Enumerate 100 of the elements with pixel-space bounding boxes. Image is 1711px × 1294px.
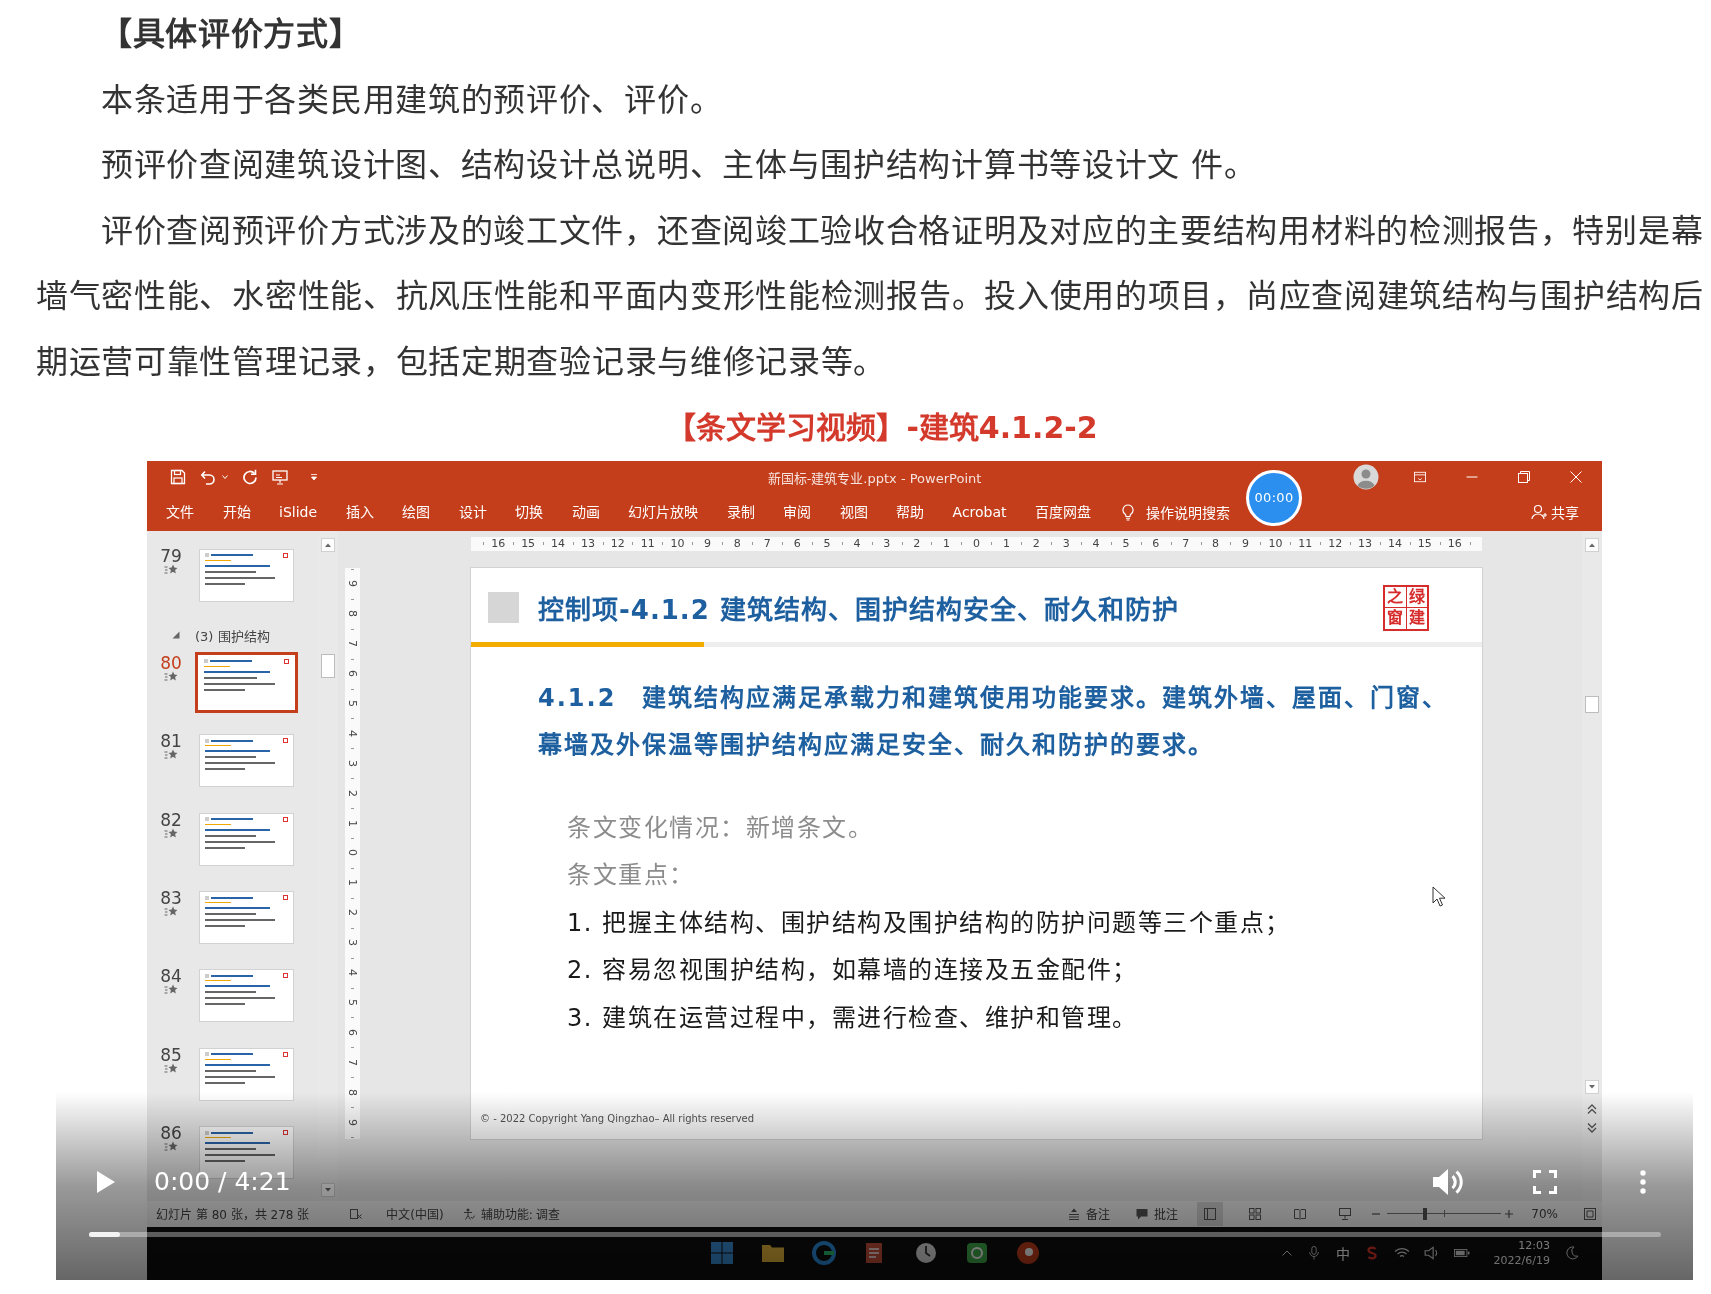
ribbon-tab[interactable]: 录制: [726, 502, 755, 522]
view-button[interactable]: [1197, 1201, 1224, 1226]
zoom-slider-thumb[interactable]: [1422, 1207, 1427, 1220]
slide-text: 1. 把握主体结构、围护结构及围护结构的防护问题等三个重点；: [567, 908, 1291, 937]
slide-text: 3. 建筑在运营过程中，需进行检查、维护和管理。: [567, 1003, 1138, 1032]
slide-text: 条文变化情况：新增条文。: [567, 813, 873, 842]
app-icon[interactable]: [964, 1241, 989, 1265]
zoom-in-icon[interactable]: [1505, 1209, 1514, 1218]
lightbulb-icon: [1121, 503, 1134, 521]
clock-icon[interactable]: [913, 1241, 938, 1265]
start-menu-icon[interactable]: [709, 1241, 734, 1265]
ruler-number: 10: [670, 538, 685, 549]
ribbon-tab[interactable]: 幻灯片放映: [628, 502, 699, 522]
language-indicator[interactable]: 中文(中国): [386, 1205, 444, 1222]
undo-icon[interactable]: [200, 469, 216, 485]
ruler-number: 1: [347, 879, 358, 887]
playback-time: 0:00 / 4:21: [154, 1167, 291, 1196]
ribbon-tab[interactable]: 动画: [571, 502, 600, 522]
caret-down-icon[interactable]: [1585, 1079, 1599, 1094]
slide-thumbnail[interactable]: [195, 651, 298, 713]
ribbon-tab[interactable]: 设计: [458, 502, 487, 522]
ruler-number: 11: [640, 538, 655, 549]
section-label[interactable]: (3) 围护结构: [195, 625, 270, 645]
tell-me-search[interactable]: 操作说明搜索: [1121, 502, 1230, 522]
ribbon-tab[interactable]: 视图: [839, 502, 868, 522]
video-title: 【条文学习视频】-建筑4.1.2-2: [666, 410, 1098, 445]
moon-icon[interactable]: [1564, 1246, 1580, 1260]
ruler-number: 15: [521, 538, 536, 549]
paragraph: 预评价查阅建筑设计图、结构设计总说明、主体与围护结构计算书等设计文 件。: [101, 146, 1257, 184]
progress-bar[interactable]: [89, 1231, 1661, 1237]
seal-text: 绿建: [1408, 586, 1425, 629]
caret-down-icon[interactable]: [321, 1182, 335, 1197]
wifi-icon[interactable]: [1393, 1246, 1410, 1260]
zoom-percentage[interactable]: 70%: [1531, 1206, 1558, 1221]
accessibility-icon[interactable]: [462, 1207, 475, 1220]
presentation-screen-icon[interactable]: [272, 469, 288, 485]
ribbon-tab[interactable]: 文件: [166, 502, 194, 522]
ruler-number: 5: [823, 538, 831, 549]
fit-to-window-icon[interactable]: [1584, 1207, 1596, 1220]
more-options-icon[interactable]: [1640, 1169, 1646, 1194]
transition-star-icon: [164, 1141, 178, 1154]
slide-text: 条文重点：: [567, 861, 695, 889]
reading-view-icon: [1294, 1207, 1307, 1220]
ruler-number: 9: [1242, 538, 1249, 549]
next-slide-icon[interactable]: [1587, 1122, 1597, 1133]
ribbon-tab[interactable]: Acrobat: [952, 502, 1007, 522]
fullscreen-icon[interactable]: [1533, 1169, 1557, 1194]
ribbon-tab[interactable]: 开始: [222, 502, 251, 522]
share-button[interactable]: 共享: [1531, 502, 1579, 522]
transition-star-icon: [164, 563, 178, 576]
transition-star-icon: [164, 1062, 178, 1075]
ruler-number: 6: [347, 670, 358, 678]
ruler-number: 0: [973, 538, 980, 549]
ribbon-tab[interactable]: 插入: [345, 502, 374, 522]
refresh-icon[interactable]: [242, 469, 258, 485]
browser-icon[interactable]: [811, 1241, 836, 1265]
ruler-number: 16: [1447, 538, 1462, 549]
battery-icon[interactable]: [1453, 1246, 1470, 1260]
ruler-number: 2: [347, 909, 358, 917]
previous-slide-icon[interactable]: [1587, 1103, 1597, 1114]
caret-up-icon[interactable]: [321, 537, 335, 552]
collapse-triangle-icon[interactable]: [172, 631, 180, 640]
transition-star-icon: [164, 670, 178, 683]
slide-number: 79: [160, 545, 182, 566]
ribbon-tab[interactable]: iSlide: [279, 502, 318, 522]
play-icon[interactable]: [96, 1169, 116, 1194]
ribbon-tab[interactable]: 审阅: [783, 502, 812, 522]
input-method-label[interactable]: 中: [1335, 1243, 1350, 1263]
close-icon[interactable]: [1570, 471, 1582, 483]
ribbon-tab[interactable]: 绘图: [402, 502, 431, 522]
speaker-icon[interactable]: [1423, 1246, 1440, 1260]
ribbon-tab[interactable]: 帮助: [896, 502, 925, 522]
ribbon-tab[interactable]: 百度网盘: [1035, 502, 1092, 522]
scrollbar-thumb[interactable]: [1585, 695, 1599, 713]
clock-date[interactable]: 2022/6/19: [1493, 1254, 1550, 1267]
accessibility-status[interactable]: 辅助功能: 调查: [480, 1205, 561, 1222]
ruler-number: 7: [763, 538, 771, 549]
notes-button[interactable]: 备注: [1068, 1205, 1111, 1222]
scrollbar-thumb[interactable]: [321, 653, 335, 678]
ruler-number: 3: [883, 538, 891, 549]
volume-icon[interactable]: [1432, 1167, 1464, 1196]
slide-number: 86: [160, 1123, 182, 1144]
window-title: 新国标-建筑专业.pptx - PowerPoint: [767, 469, 982, 487]
restore-icon[interactable]: [1518, 471, 1530, 483]
save-icon[interactable]: [170, 469, 186, 485]
ribbon-options-icon[interactable]: [1414, 471, 1426, 483]
slide-number: 81: [160, 731, 182, 752]
ruler-number: 2: [913, 538, 921, 549]
caret-up-icon[interactable]: [1585, 537, 1599, 552]
chevron-up-icon[interactable]: [1281, 1250, 1292, 1256]
ribbon-tab[interactable]: 切换: [515, 502, 544, 522]
comments-button[interactable]: 批注: [1136, 1205, 1179, 1222]
slide-number: 80: [160, 652, 182, 673]
ruler-number: 6: [347, 1028, 358, 1036]
spelling-check-icon[interactable]: [350, 1207, 363, 1220]
user-avatar-icon[interactable]: [1353, 464, 1379, 490]
ruler-number: 4: [853, 538, 861, 549]
clock-time[interactable]: 12:03: [1518, 1239, 1550, 1252]
presentation-app-icon[interactable]: [1015, 1241, 1040, 1265]
customize-caret-icon[interactable]: [310, 473, 318, 481]
